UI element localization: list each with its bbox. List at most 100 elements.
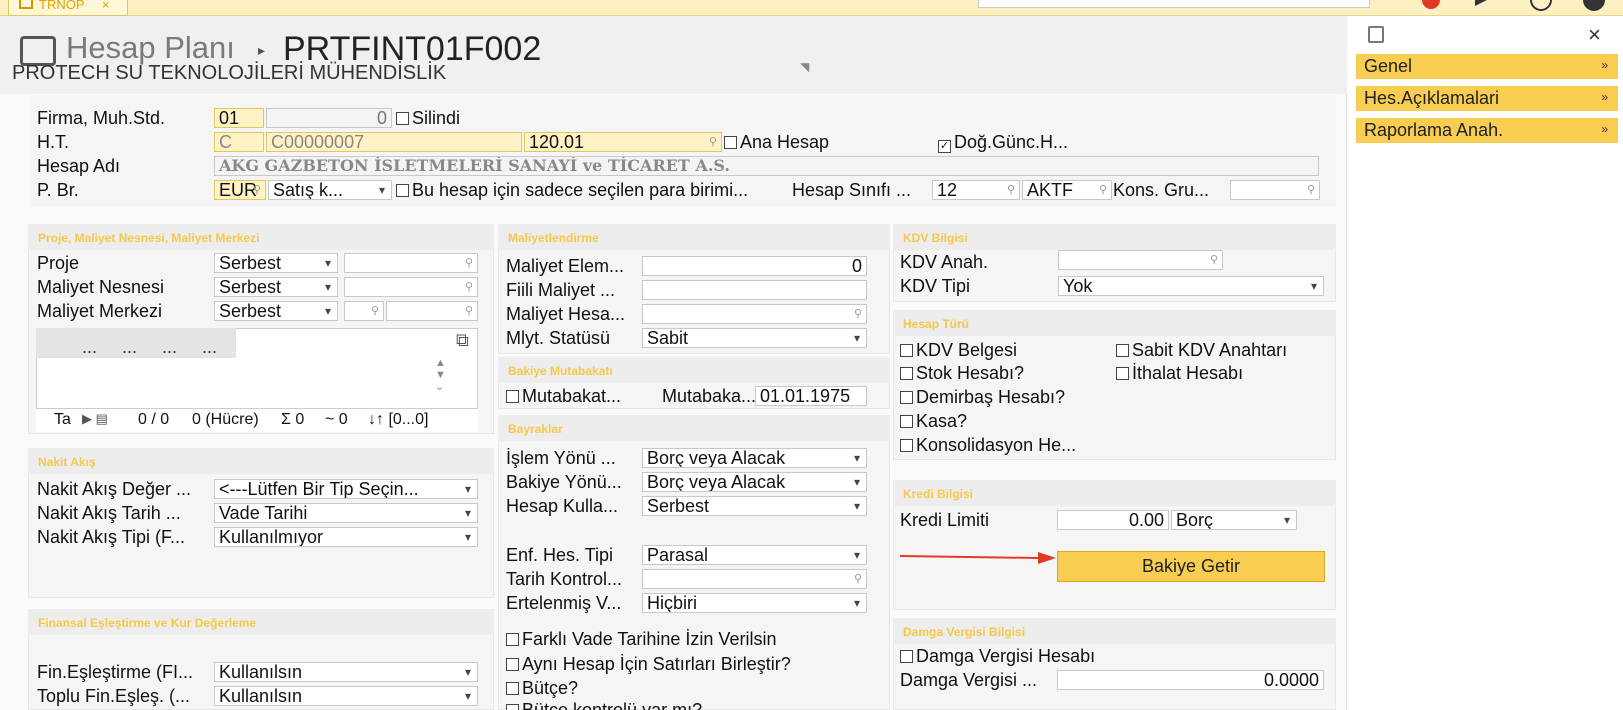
- bakiye-yonu-label: Bakiye Yönü...: [506, 472, 622, 492]
- kredi-borc-dropdown[interactable]: Borç: [1171, 510, 1297, 530]
- open-external-icon[interactable]: ⧉: [456, 330, 469, 351]
- kdv-tipi-dropdown[interactable]: Yok: [1058, 276, 1324, 296]
- kons-field[interactable]: [1230, 180, 1320, 200]
- islem-dropdown[interactable]: Borç veya Alacak: [642, 448, 867, 468]
- ht-type-field[interactable]: C: [214, 132, 264, 152]
- window-tab[interactable]: TRNOP ×: [8, 0, 128, 16]
- kdv-anah-field[interactable]: [1058, 250, 1223, 270]
- page-title-prefix: Hesap Planı: [66, 30, 235, 65]
- nakit-tarih-dropdown[interactable]: Vade Tarihi: [214, 503, 478, 523]
- fiili-field[interactable]: [642, 280, 867, 300]
- ertelenmis-dropdown[interactable]: Hiçbiri: [642, 593, 867, 613]
- company-name: PROTECH SU TEKNOLOJİLERİ MÜHENDİSLİK: [12, 62, 447, 84]
- arrow-annotation-icon: [899, 552, 1056, 564]
- tab-close-icon[interactable]: ×: [102, 0, 110, 12]
- konsolidasyon-checkbox[interactable]: Konsolidasyon He...: [900, 435, 1076, 456]
- damga-value-field[interactable]: 0.0000: [1057, 670, 1324, 690]
- enf-dropdown[interactable]: Parasal: [642, 545, 867, 565]
- resize-icon[interactable]: ◥: [800, 60, 809, 74]
- tarih-kontrol-label: Tarih Kontrol...: [506, 569, 623, 589]
- top-search-input[interactable]: [978, 0, 1370, 8]
- nakit-deger-dropdown[interactable]: <---Lütfen Bir Tip Seçin...: [214, 479, 478, 499]
- grid-col-4[interactable]: ...: [202, 337, 217, 358]
- bakiye-getir-button[interactable]: Bakiye Getir: [1057, 551, 1325, 582]
- dog-gunc-checkbox[interactable]: ✓ Doğ.Günc.H...: [938, 132, 1068, 153]
- butce-checkbox[interactable]: Bütçe?: [506, 678, 578, 699]
- ht-account-field[interactable]: 120.01: [524, 132, 722, 152]
- farkli-vade-checkbox[interactable]: Farklı Vade Tarihine İzin Verilsin: [506, 629, 776, 650]
- fiili-label: Fiili Maliyet ...: [506, 280, 616, 300]
- merkez-dropdown[interactable]: Serbest: [214, 301, 338, 321]
- grid-footer-ta: Ta: [54, 411, 71, 428]
- hesap-sinifi-label: Hesap Sınıfı ...: [792, 180, 912, 200]
- maliyet-hesa-field[interactable]: [642, 304, 867, 324]
- hesap-adi-field[interactable]: AKG GAZBETON İSLETMELERİ SANAYİ ve TİCAR…: [214, 156, 1319, 176]
- grid-footer-cells: 0 (Hücre): [192, 411, 259, 428]
- play-icon[interactable]: [1475, 0, 1487, 6]
- fin-dropdown[interactable]: Kullanılsın: [214, 662, 478, 682]
- ht-code-field[interactable]: C00000007: [266, 132, 522, 152]
- nakit-tipi-dropdown[interactable]: Kullanılmıyor: [214, 527, 478, 547]
- title-chevron-icon: ▸: [258, 42, 266, 58]
- firma-field[interactable]: 01: [214, 108, 264, 128]
- bu-hesap-checkbox[interactable]: Bu hesap için sadece seçilen para birimi…: [396, 180, 748, 201]
- grid-col-3[interactable]: ...: [162, 337, 177, 358]
- damga-hesabi-checkbox[interactable]: Damga Vergisi Hesabı: [900, 646, 1095, 667]
- maliyet-elem-field[interactable]: 0: [642, 256, 867, 276]
- merkez-search-field[interactable]: [386, 301, 478, 321]
- hesap-kulla-label: Hesap Kulla...: [506, 496, 619, 516]
- sabit-kdv-checkbox[interactable]: Sabit KDV Anahtarı: [1116, 340, 1287, 361]
- ithalat-checkbox[interactable]: İthalat Hesabı: [1116, 363, 1243, 384]
- muhstd-field[interactable]: 0: [266, 108, 392, 128]
- demirbas-checkbox[interactable]: Demirbaş Hesabı?: [900, 387, 1065, 408]
- nesne-dropdown[interactable]: Serbest: [214, 277, 338, 297]
- sidebar-item-label: Genel: [1364, 56, 1413, 76]
- mutabaka-date-field[interactable]: 01.01.1975: [755, 386, 867, 406]
- sidebar-item-hes-aciklamalari[interactable]: Hes.Açıklamalari »: [1356, 86, 1618, 111]
- hesap-adi-label: Hesap Adı: [37, 156, 121, 176]
- nesne-search-field[interactable]: [344, 277, 478, 297]
- ayni-hesap-checkbox[interactable]: Aynı Hesap İçin Satırları Birleştir?: [506, 654, 791, 675]
- proje-search-field[interactable]: [344, 253, 478, 273]
- mutabakat-checkbox[interactable]: Mutabakat...: [506, 386, 621, 407]
- stok-checkbox[interactable]: Stok Hesabı?: [900, 363, 1024, 384]
- kredi-limit-field[interactable]: 0.00: [1057, 510, 1169, 530]
- bakiye-yonu-dropdown[interactable]: Borç veya Alacak: [642, 472, 867, 492]
- proje-dropdown[interactable]: Serbest: [214, 253, 338, 273]
- kdv-belgesi-checkbox[interactable]: KDV Belgesi: [900, 340, 1017, 361]
- toplu-label: Toplu Fin.Eşleş. (...: [37, 686, 191, 706]
- sidebar-item-label: Hes.Açıklamalari: [1364, 88, 1500, 108]
- enf-label: Enf. Hes. Tipi: [506, 545, 614, 565]
- mlyt-status-dropdown[interactable]: Sabit: [642, 328, 867, 348]
- tarih-kontrol-field[interactable]: [642, 569, 867, 589]
- nakit-tarih-label: Nakit Akış Tarih ...: [37, 503, 181, 523]
- proje-section-title: Proje, Maliyet Nesnesi, Maliyet Merkezi: [28, 224, 494, 250]
- silindi-checkbox[interactable]: Silindi: [396, 108, 460, 129]
- close-icon[interactable]: ×: [1588, 22, 1601, 48]
- sidebar-item-genel[interactable]: Genel »: [1356, 54, 1618, 79]
- ana-hesap-checkbox[interactable]: Ana Hesap: [724, 132, 829, 153]
- hesap-kulla-dropdown[interactable]: Serbest: [642, 496, 867, 516]
- kdv-section-title: KDV Bilgisi: [893, 224, 1336, 250]
- proje-label: Proje: [37, 253, 80, 273]
- aktf-field[interactable]: AKTF: [1022, 180, 1112, 200]
- nakit-deger-label: Nakit Akış Değer ...: [37, 479, 192, 499]
- islem-label: İşlem Yönü ...: [506, 448, 616, 468]
- grid-col-1[interactable]: ...: [82, 337, 97, 358]
- pbr-field[interactable]: EUR: [214, 180, 266, 200]
- toplu-dropdown[interactable]: Kullanılsın: [214, 686, 478, 706]
- butce-kontrol-checkbox[interactable]: Bütçe kontrolü var mı?: [506, 700, 702, 710]
- grid-scroll-icon[interactable]: ▲ ▼ ⌄: [435, 357, 446, 393]
- grid-col-2[interactable]: ...: [122, 337, 137, 358]
- nakit-tipi-label: Nakit Akış Tipi (F...: [37, 527, 186, 547]
- merkez-code-field[interactable]: [344, 301, 384, 321]
- grid-footer-range: ↓↑ [0...0]: [368, 411, 429, 428]
- sidebar-item-raporlama[interactable]: Raporlama Anah. »: [1356, 118, 1618, 143]
- save-icon[interactable]: [1368, 26, 1384, 43]
- grid-play-icon[interactable]: ▶ ▤: [82, 411, 108, 427]
- kasa-checkbox[interactable]: Kasa?: [900, 411, 967, 432]
- satis-dropdown[interactable]: Satış k...: [268, 180, 392, 200]
- kons-label: Kons. Gru...: [1113, 180, 1210, 200]
- damga-value-label: Damga Vergisi ...: [900, 670, 1038, 690]
- hesap-sinifi-field[interactable]: 12: [932, 180, 1020, 200]
